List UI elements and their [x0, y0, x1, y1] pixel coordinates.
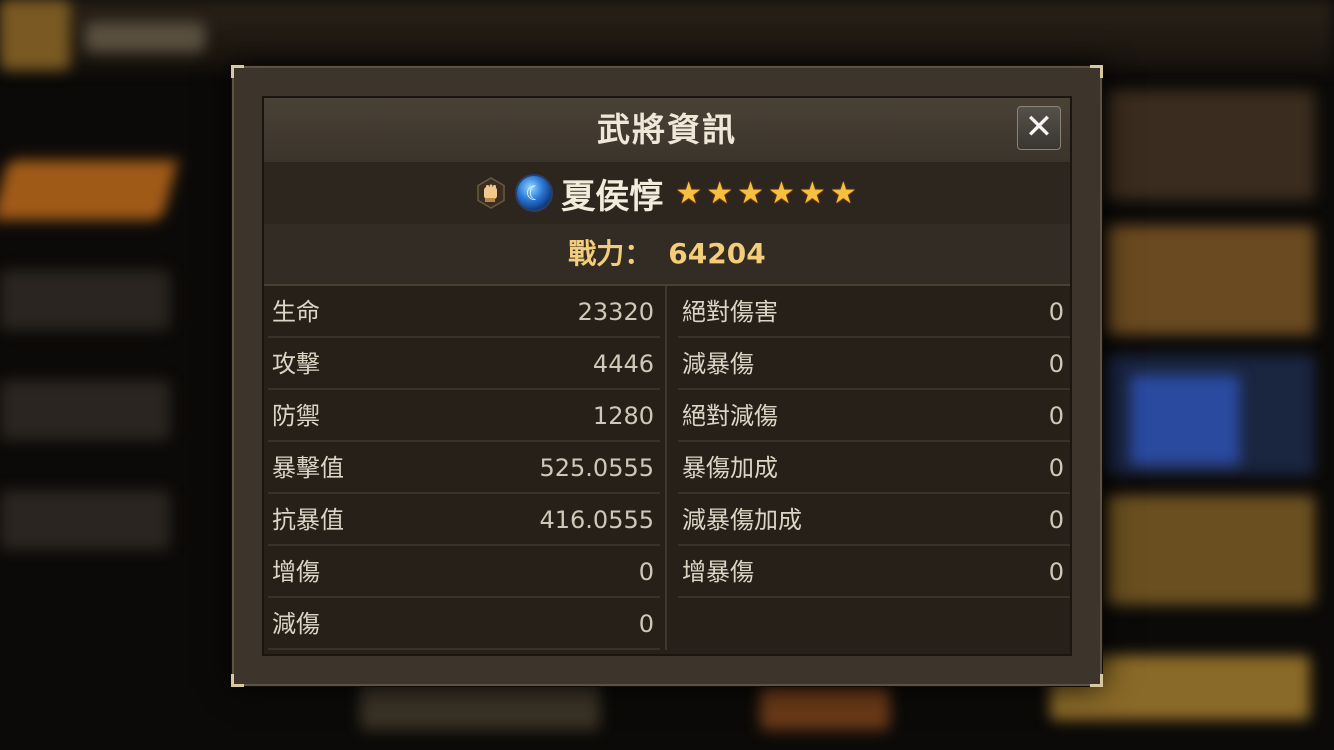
stat-value: 416.0555	[539, 506, 654, 534]
stat-value: 0	[1048, 454, 1064, 482]
stat-row: 減傷 0	[268, 598, 660, 650]
bg-bottom-button	[760, 685, 890, 730]
bg-top-title	[85, 22, 205, 52]
stat-label: 增傷	[272, 558, 320, 586]
bg-tab	[0, 490, 170, 550]
close-button[interactable]: ✕	[1017, 106, 1061, 150]
stat-label: 暴擊值	[272, 454, 344, 482]
stat-row: 增暴傷 0	[678, 546, 1070, 598]
hero-name: 夏侯惇	[561, 176, 664, 217]
stat-row: 減暴傷 0	[678, 338, 1070, 390]
stat-label: 減暴傷	[682, 350, 754, 378]
stat-label: 減暴傷加成	[682, 506, 802, 534]
power-value: 64204	[668, 237, 766, 270]
fist-icon	[477, 177, 506, 209]
star-icon: ★	[798, 175, 826, 211]
stat-value: 0	[638, 610, 654, 638]
stat-label: 生命	[272, 298, 320, 326]
power-label: 戰力：	[568, 237, 653, 270]
water-moon-icon: ☾	[515, 174, 554, 212]
bg-tab	[0, 380, 170, 440]
stat-label: 防禦	[272, 402, 320, 430]
stats-column-right: 絕對傷害 0 減暴傷 0 絕對減傷 0 暴傷加成 0 減暴傷加成 0 增暴傷 0	[678, 286, 1070, 598]
bg-tab	[0, 160, 179, 220]
stat-row: 生命 23320	[268, 286, 660, 338]
stat-value: 0	[1048, 402, 1064, 430]
close-icon: ✕	[1024, 107, 1054, 147]
stat-row: 抗暴值 416.0555	[268, 494, 660, 546]
bg-card-art	[1130, 375, 1240, 465]
star-rating: ★ ★ ★ ★ ★ ★	[673, 176, 858, 211]
stat-label: 絕對傷害	[682, 298, 778, 326]
stats-table: 生命 23320 攻擊 4446 防禦 1280 暴擊值 525.0555 抗暴值 416.055…	[264, 286, 1070, 654]
frame-corner	[1090, 65, 1103, 78]
stat-row: 減暴傷加成 0	[678, 494, 1070, 546]
stat-label: 攻擊	[272, 350, 320, 378]
dialog-title: 武將資訊	[597, 110, 737, 149]
stat-row: 暴擊值 525.0555	[268, 442, 660, 494]
star-icon: ★	[768, 175, 795, 211]
stat-value: 4446	[592, 350, 654, 378]
stat-label: 減傷	[272, 610, 320, 638]
stat-value: 0	[1048, 558, 1064, 586]
stat-row: 攻擊 4446	[268, 338, 660, 390]
stat-value: 0	[638, 558, 654, 586]
column-divider	[665, 286, 667, 650]
stat-value: 525.0555	[539, 454, 654, 482]
stats-column-left: 生命 23320 攻擊 4446 防禦 1280 暴擊值 525.0555 抗暴值 416.055…	[268, 286, 660, 650]
hero-header: ☾ 夏侯惇 ★ ★ ★ ★ ★ ★	[264, 162, 1070, 224]
star-icon: ★	[737, 175, 764, 211]
bg-power-bar	[360, 680, 600, 730]
frame-corner	[231, 674, 244, 687]
dialog-title-bar: 武將資訊	[264, 98, 1070, 162]
star-icon: ★	[675, 175, 703, 211]
stat-row: 防禦 1280	[268, 390, 660, 442]
bg-card	[1105, 225, 1315, 335]
hero-info-dialog: 武將資訊 ✕ ☾ 夏侯惇 ★ ★ ★ ★ ★ ★ 戰力： 64204 生命 23320 攻擊 44…	[262, 96, 1072, 656]
star-icon: ★	[706, 175, 734, 211]
stat-label: 暴傷加成	[682, 454, 778, 482]
stat-value: 23320	[577, 298, 654, 326]
stat-label: 抗暴值	[272, 506, 344, 534]
bg-tab	[0, 270, 170, 330]
star-icon: ★	[829, 175, 857, 211]
stat-label: 絕對減傷	[682, 402, 778, 430]
bg-top-icon	[0, 0, 70, 70]
bg-card	[1105, 495, 1315, 605]
bg-card	[1105, 90, 1315, 200]
stat-value: 0	[1048, 506, 1064, 534]
stat-row: 絕對減傷 0	[678, 390, 1070, 442]
stat-value: 1280	[592, 402, 654, 430]
stat-label: 增暴傷	[682, 558, 754, 586]
frame-corner	[1090, 674, 1103, 687]
stat-value: 0	[1048, 298, 1064, 326]
stat-row: 增傷 0	[268, 546, 660, 598]
stat-row: 絕對傷害 0	[678, 286, 1070, 338]
stat-row: 暴傷加成 0	[678, 442, 1070, 494]
stat-value: 0	[1048, 350, 1064, 378]
combat-power: 戰力： 64204	[264, 224, 1070, 286]
frame-corner	[231, 65, 244, 78]
